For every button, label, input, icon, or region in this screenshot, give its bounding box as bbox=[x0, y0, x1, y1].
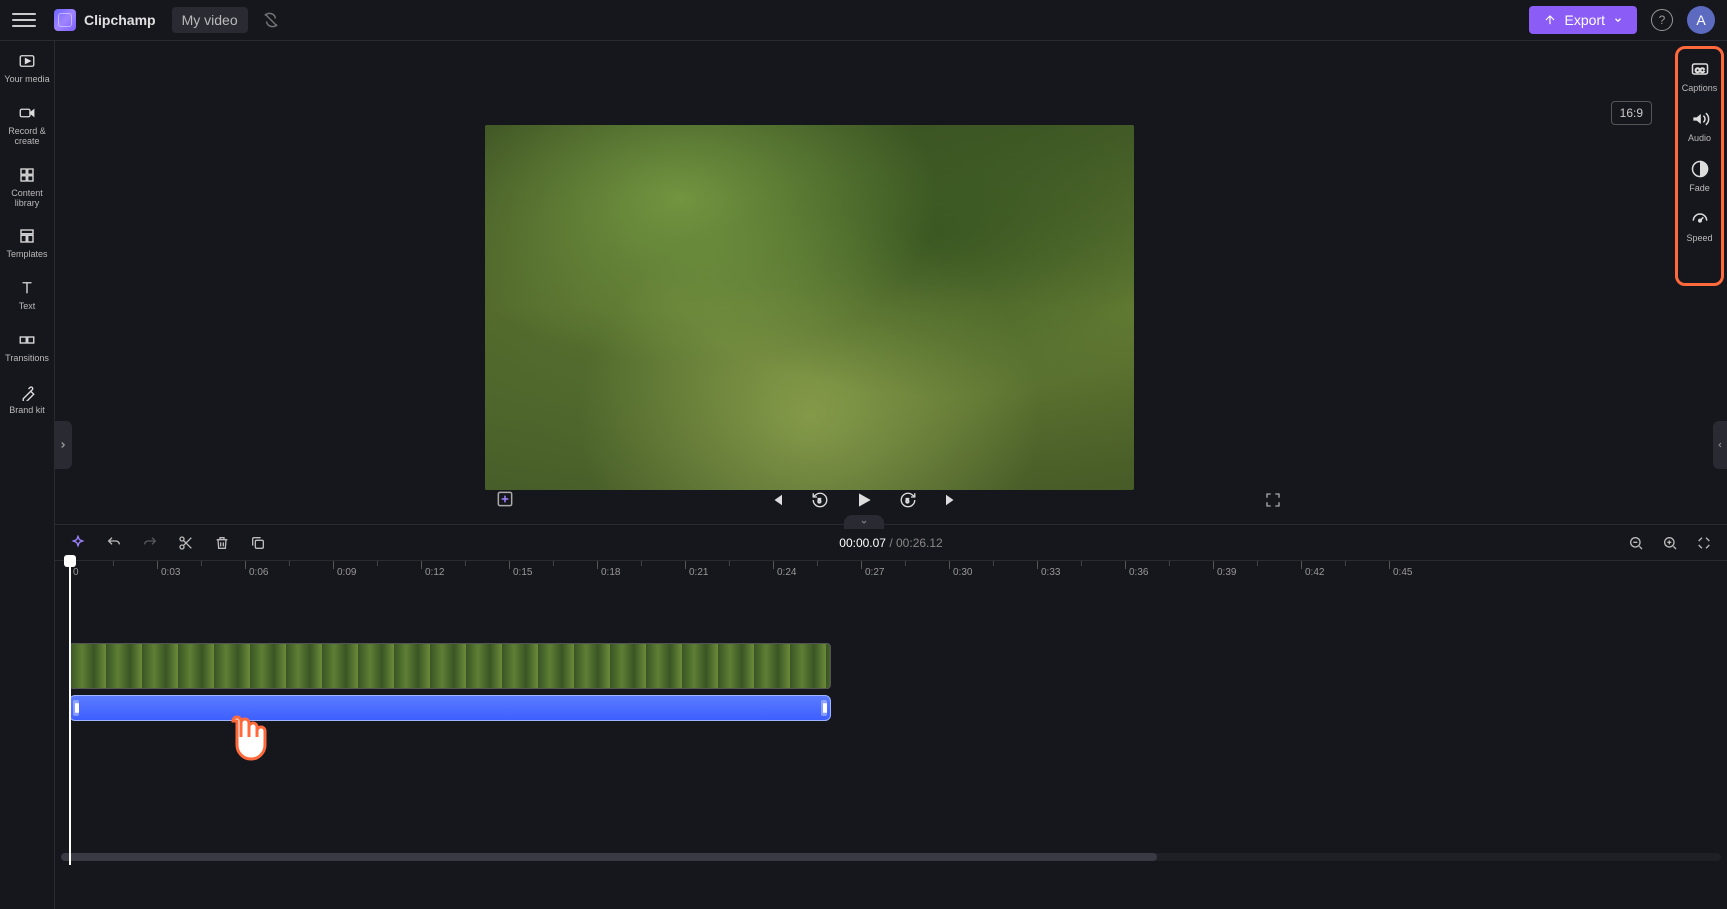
clip-trim-left-handle[interactable] bbox=[73, 700, 79, 716]
text-icon bbox=[17, 278, 37, 298]
right-item-label: Captions bbox=[1682, 83, 1718, 93]
help-button[interactable]: ? bbox=[1651, 9, 1673, 31]
current-time: 00:00.07 bbox=[839, 536, 886, 550]
left-sidebar: Your media Record & create Content libra… bbox=[0, 41, 55, 909]
sidebar-item-content-library[interactable]: Content library bbox=[2, 165, 52, 209]
svg-text:5: 5 bbox=[905, 499, 909, 505]
skip-start-button[interactable] bbox=[765, 489, 787, 511]
rewind-5-button[interactable]: 5 bbox=[809, 489, 831, 511]
video-clip[interactable] bbox=[69, 643, 831, 689]
fullscreen-icon bbox=[1264, 491, 1282, 509]
forward-5-button[interactable]: 5 bbox=[897, 489, 919, 511]
speed-icon bbox=[1690, 209, 1710, 229]
transitions-icon bbox=[17, 330, 37, 350]
app-logo[interactable]: Clipchamp bbox=[54, 9, 156, 31]
scrollbar-thumb[interactable] bbox=[61, 853, 1157, 861]
auto-cleanup-button[interactable] bbox=[69, 534, 87, 552]
right-item-fade[interactable]: Fade bbox=[1675, 159, 1725, 193]
play-button[interactable] bbox=[853, 489, 875, 511]
split-button[interactable] bbox=[177, 534, 195, 552]
total-time: 00:26.12 bbox=[896, 536, 943, 550]
sidebar-item-label: Transitions bbox=[5, 354, 49, 364]
right-item-speed[interactable]: Speed bbox=[1675, 209, 1725, 243]
right-item-label: Speed bbox=[1686, 233, 1712, 243]
clip-trim-right-handle[interactable] bbox=[821, 700, 827, 716]
captions-icon: CC bbox=[1690, 59, 1710, 79]
content-icon bbox=[17, 165, 37, 185]
timeline-timecode: 00:00.07 / 00:26.12 bbox=[839, 536, 942, 550]
chevron-down-icon bbox=[1613, 15, 1623, 25]
skip-end-button[interactable] bbox=[941, 489, 963, 511]
collapse-right-panel[interactable] bbox=[1713, 421, 1727, 469]
playhead[interactable] bbox=[69, 561, 71, 865]
fade-icon bbox=[1690, 159, 1710, 179]
user-avatar[interactable]: A bbox=[1687, 6, 1715, 34]
sidebar-item-label: Your media bbox=[4, 75, 49, 85]
sidebar-item-label: Templates bbox=[6, 250, 47, 260]
sidebar-item-label: Brand kit bbox=[9, 406, 45, 416]
video-preview[interactable] bbox=[485, 125, 1134, 490]
redo-button[interactable] bbox=[141, 534, 159, 552]
chevron-left-icon bbox=[1716, 440, 1724, 450]
zoom-out-button[interactable] bbox=[1627, 534, 1645, 552]
sidebar-item-brand-kit[interactable]: Brand kit bbox=[2, 382, 52, 416]
preview-area: 16:9 5 5 bbox=[55, 41, 1672, 523]
sidebar-item-text[interactable]: Text bbox=[2, 278, 52, 312]
right-item-label: Fade bbox=[1689, 183, 1710, 193]
zoom-in-button[interactable] bbox=[1661, 534, 1679, 552]
logo-icon bbox=[54, 9, 76, 31]
audio-icon bbox=[1690, 109, 1710, 129]
svg-text:CC: CC bbox=[1695, 67, 1705, 74]
sidebar-item-your-media[interactable]: Your media bbox=[2, 51, 52, 85]
duplicate-button[interactable] bbox=[249, 534, 267, 552]
svg-text:5: 5 bbox=[817, 499, 821, 505]
delete-button[interactable] bbox=[213, 534, 231, 552]
zoom-fit-button[interactable] bbox=[1695, 534, 1713, 552]
timeline-ruler[interactable]: 00:030:060:090:120:150:180:210:240:270:3… bbox=[55, 561, 1727, 585]
timeline-toolbar: 00:00.07 / 00:26.12 bbox=[55, 525, 1727, 561]
timeline-tracks[interactable] bbox=[55, 585, 1727, 865]
sidebar-item-label: Record & create bbox=[2, 127, 52, 147]
right-item-captions[interactable]: CC Captions bbox=[1675, 59, 1725, 93]
undo-button[interactable] bbox=[105, 534, 123, 552]
right-item-label: Audio bbox=[1688, 133, 1711, 143]
timeline-zoom-controls bbox=[1627, 534, 1713, 552]
record-icon bbox=[17, 103, 37, 123]
menu-button[interactable] bbox=[12, 8, 36, 32]
media-icon bbox=[17, 51, 37, 71]
timeline-panel: 00:00.07 / 00:26.12 00:030:060:090:120:1… bbox=[55, 524, 1727, 909]
brandkit-icon bbox=[17, 382, 37, 402]
timeline-scrollbar[interactable] bbox=[61, 853, 1721, 861]
app-header: Clipchamp My video Export ? A bbox=[0, 0, 1727, 41]
sidebar-item-label: Text bbox=[19, 302, 36, 312]
templates-icon bbox=[17, 226, 37, 246]
fullscreen-button[interactable] bbox=[1264, 491, 1282, 509]
right-item-audio[interactable]: Audio bbox=[1675, 109, 1725, 143]
aspect-ratio-button[interactable]: 16:9 bbox=[1611, 101, 1652, 125]
sync-status-icon bbox=[262, 11, 280, 29]
audio-clip[interactable] bbox=[69, 695, 831, 721]
export-button[interactable]: Export bbox=[1529, 6, 1637, 34]
export-label: Export bbox=[1565, 12, 1605, 28]
upload-icon bbox=[1543, 13, 1557, 27]
sidebar-item-record-create[interactable]: Record & create bbox=[2, 103, 52, 147]
sidebar-item-templates[interactable]: Templates bbox=[2, 226, 52, 260]
app-name: Clipchamp bbox=[84, 12, 156, 28]
playback-controls: 5 5 bbox=[55, 489, 1672, 511]
sidebar-item-label: Content library bbox=[2, 189, 52, 209]
sidebar-item-transitions[interactable]: Transitions bbox=[2, 330, 52, 364]
project-title[interactable]: My video bbox=[172, 7, 248, 33]
